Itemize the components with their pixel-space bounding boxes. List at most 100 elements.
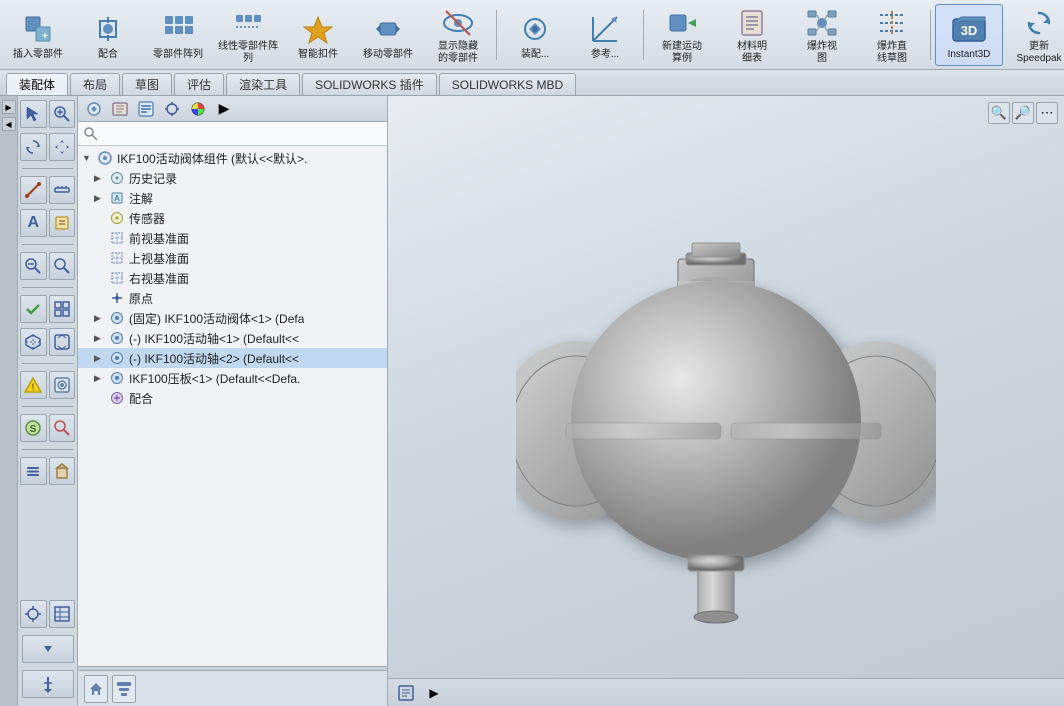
show-hide-btn[interactable]: 显示隐藏 的零部件	[424, 4, 492, 66]
tree-item-front-plane[interactable]: ▶ 前视基准面	[78, 228, 387, 248]
notes-label: 注解	[129, 190, 153, 207]
tree-content: ▼ IKF100活动阀体组件 (默认<<默认>. ▶ 历史记录 ▶ A	[78, 146, 387, 666]
explode-view-btn[interactable]: 爆炸视 图	[788, 4, 856, 66]
tree-item-shaft1[interactable]: ▶ (-) IKF100活动轴<1> (Default<<	[78, 328, 387, 348]
viewport-search2-btn[interactable]: 🔎	[1012, 102, 1034, 124]
front-plane-icon	[108, 230, 126, 246]
panel-divider-6	[22, 449, 73, 450]
smart-snap-btn[interactable]: 智能扣件	[284, 4, 352, 66]
explode-line-btn[interactable]: 爆炸直 线草图	[858, 4, 926, 66]
panel-btn-table[interactable]	[49, 600, 76, 628]
tab-assemble[interactable]: 装配体	[6, 73, 68, 95]
insert-part-icon: +	[20, 11, 56, 47]
tree-btn-expand[interactable]: ▶	[212, 99, 236, 119]
tree-btn-color[interactable]	[186, 99, 210, 119]
tree-item-right-plane[interactable]: ▶ 右视基准面	[78, 268, 387, 288]
instant3d-btn[interactable]: 3D Instant3D	[935, 4, 1003, 66]
viewport-more-btn[interactable]: ⋯	[1036, 102, 1058, 124]
nav-btn-home[interactable]	[84, 675, 108, 703]
tree-item-mate[interactable]: ▶ 配合	[78, 388, 387, 408]
tree-item-plate[interactable]: ▶ IKF100压板<1> (Default<<Defa.	[78, 368, 387, 388]
panel-divider-5	[22, 406, 73, 407]
viewport-search-btn[interactable]: 🔍	[988, 102, 1010, 124]
tree-item-origin[interactable]: ▶ 原点	[78, 288, 387, 308]
update-btn[interactable]: 更新 Speedpak	[1005, 4, 1064, 66]
mate-btn[interactable]: 配合	[74, 4, 142, 66]
sep1	[496, 10, 497, 60]
explode-line-icon	[874, 7, 910, 39]
bottom-btn-1[interactable]	[394, 682, 418, 704]
root-icon	[96, 150, 114, 166]
panel-btn-zoom[interactable]	[49, 100, 76, 128]
panel-btn-view2[interactable]	[49, 328, 76, 356]
tab-render[interactable]: 渲染工具	[226, 73, 300, 95]
linear-array-btn[interactable]: 线性零部件阵列	[214, 4, 282, 66]
assemble-icon	[517, 11, 553, 47]
material-list-label: 材料明 细表	[737, 41, 767, 65]
panel-btn-sketch-line[interactable]	[20, 176, 47, 204]
update-label: 更新 Speedpak	[1016, 41, 1061, 65]
reference-icon	[587, 11, 623, 47]
part-array-btn[interactable]: 零部件阵列	[144, 4, 212, 66]
tree-item-sensor[interactable]: ▶ 传感器	[78, 208, 387, 228]
panel-btn-select[interactable]	[20, 100, 47, 128]
tree-search-input[interactable]	[102, 128, 381, 140]
panel-btn-render[interactable]	[49, 371, 76, 399]
panel-divider-3	[22, 287, 73, 288]
tab-sketch[interactable]: 草图	[122, 73, 172, 95]
viewport-mini-buttons: 🔍 🔎 ⋯	[988, 102, 1058, 124]
3d-model	[516, 141, 936, 661]
tree-bottom-nav	[78, 670, 387, 706]
svg-text:3D: 3D	[961, 23, 978, 38]
panel-btn-pin[interactable]	[22, 670, 74, 698]
tree-item-notes[interactable]: ▶ A 注解	[78, 188, 387, 208]
sep3	[930, 10, 931, 60]
tree-search-icon	[84, 127, 98, 141]
strip-btn-2[interactable]: ◀	[2, 117, 16, 131]
tree-root-item[interactable]: ▼ IKF100活动阀体组件 (默认<<默认>.	[78, 148, 387, 168]
panel-btn-warning[interactable]: !	[20, 371, 47, 399]
new-motion-btn[interactable]: 新建运动 算例	[648, 4, 716, 66]
material-list-btn[interactable]: 材料明 细表	[718, 4, 786, 66]
tab-solidworks-mbd[interactable]: SOLIDWORKS MBD	[439, 73, 576, 95]
insert-part-btn[interactable]: + 插入零部件	[4, 4, 72, 66]
tree-btn-properties[interactable]	[134, 99, 158, 119]
panel-btn-expand[interactable]	[22, 635, 74, 663]
bottom-btn-expand[interactable]: ▶	[422, 682, 446, 704]
move-part-btn[interactable]: 移动零部件	[354, 4, 422, 66]
panel-btn-smart[interactable]: S	[20, 414, 47, 442]
panel-btn-check[interactable]	[20, 295, 47, 323]
tree-item-top-plane[interactable]: ▶ 上视基准面	[78, 248, 387, 268]
panel-btn-zoom-out[interactable]	[49, 252, 76, 280]
panel-btn-crosshair[interactable]	[20, 600, 47, 628]
panel-btn-magnify[interactable]	[20, 252, 47, 280]
tab-evaluate[interactable]: 评估	[174, 73, 224, 95]
sensor-icon	[108, 210, 126, 226]
tree-btn-part[interactable]	[82, 99, 106, 119]
strip-btn-1[interactable]: ▶	[2, 100, 16, 114]
assemble-btn[interactable]: 装配...	[501, 4, 569, 66]
panel-btn-configure[interactable]	[20, 457, 47, 485]
panel-btn-3dview[interactable]	[20, 328, 47, 356]
panel-btn-magnify2[interactable]	[49, 414, 76, 442]
tree-item-history[interactable]: ▶ 历史记录	[78, 168, 387, 188]
tree-btn-list[interactable]	[108, 99, 132, 119]
panel-btn-note[interactable]	[49, 209, 76, 237]
plate-arrow: ▶	[94, 373, 108, 384]
panel-btn-grid[interactable]	[49, 295, 76, 323]
panel-btn-pan[interactable]	[49, 133, 76, 161]
reference-btn[interactable]: 参考...	[571, 4, 639, 66]
panel-btn-rotate[interactable]	[20, 133, 47, 161]
nav-btn-tree[interactable]	[112, 675, 136, 703]
history-icon	[108, 170, 126, 186]
tree-item-valve-body[interactable]: ▶ (固定) IKF100活动阀体<1> (Defa	[78, 308, 387, 328]
viewport[interactable]: 🔍 🔎 ⋯	[388, 96, 1064, 706]
tab-layout[interactable]: 布局	[70, 73, 120, 95]
panel-btn-measure[interactable]	[49, 176, 76, 204]
tab-solidworks-plugin[interactable]: SOLIDWORKS 插件	[302, 73, 437, 95]
tree-item-shaft2[interactable]: ▶ (-) IKF100活动轴<2> (Default<<	[78, 348, 387, 368]
panel-btn-text[interactable]: A	[20, 209, 47, 237]
tree-btn-crosshair[interactable]	[160, 99, 184, 119]
panel-btn-box[interactable]	[49, 457, 76, 485]
sep2	[643, 10, 644, 60]
